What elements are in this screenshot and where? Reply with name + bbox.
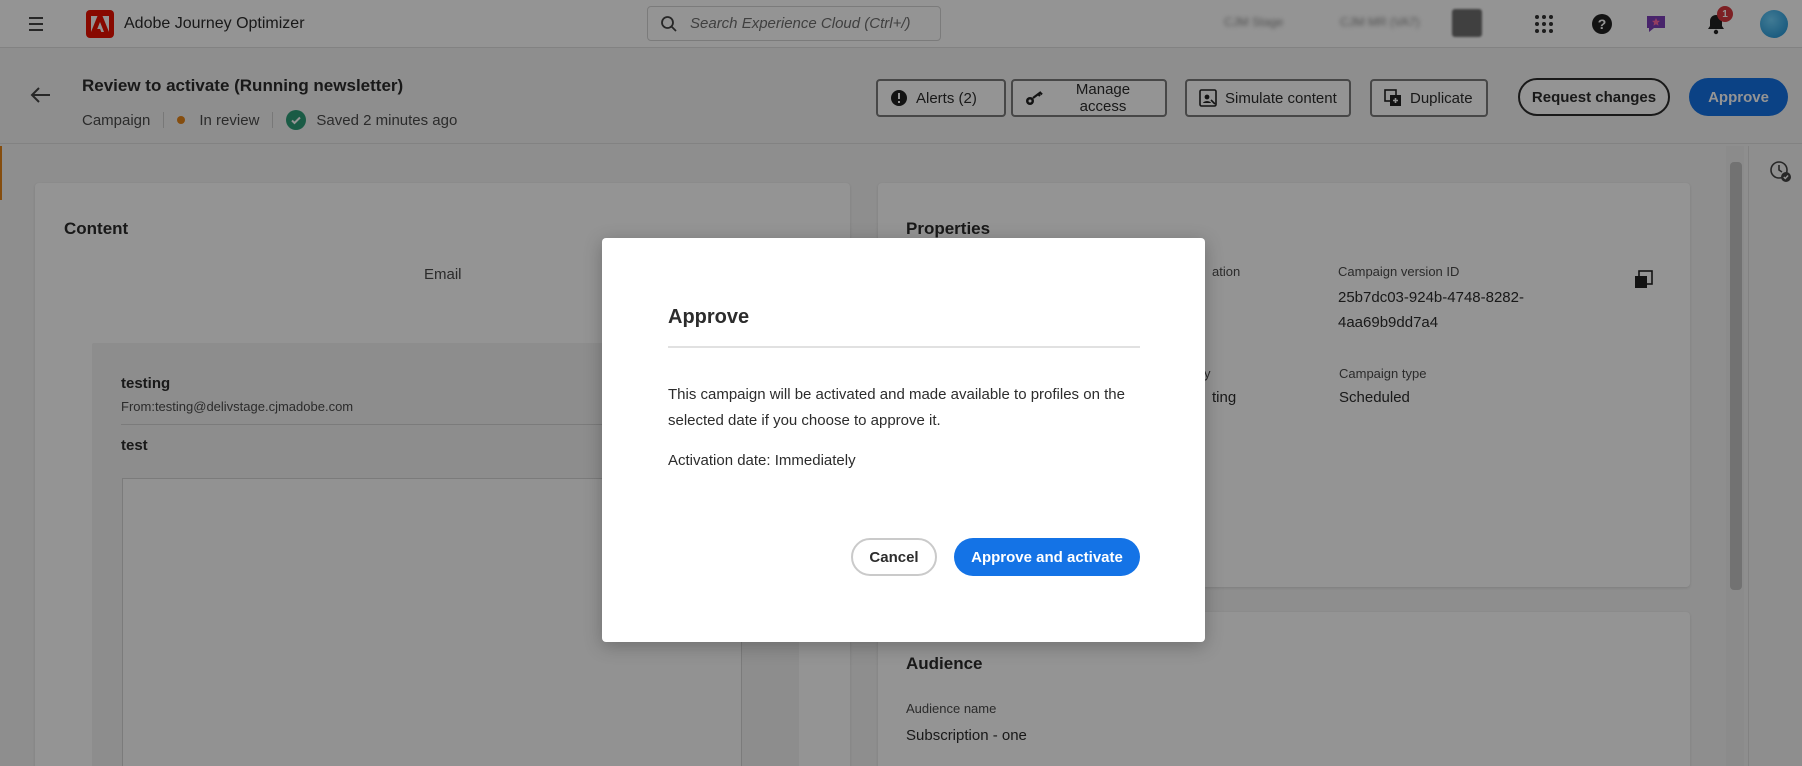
dialog-title: Approve bbox=[668, 306, 750, 328]
cancel-button[interactable]: Cancel bbox=[851, 538, 937, 576]
dialog-message: This campaign will be activated and made… bbox=[668, 386, 1125, 429]
approve-dialog: Approve This campaign will be activated … bbox=[602, 238, 1205, 642]
divider bbox=[668, 346, 1140, 348]
approve-and-activate-button[interactable]: Approve and activate bbox=[954, 538, 1140, 576]
activation-date: Activation date: Immediately bbox=[668, 452, 856, 469]
